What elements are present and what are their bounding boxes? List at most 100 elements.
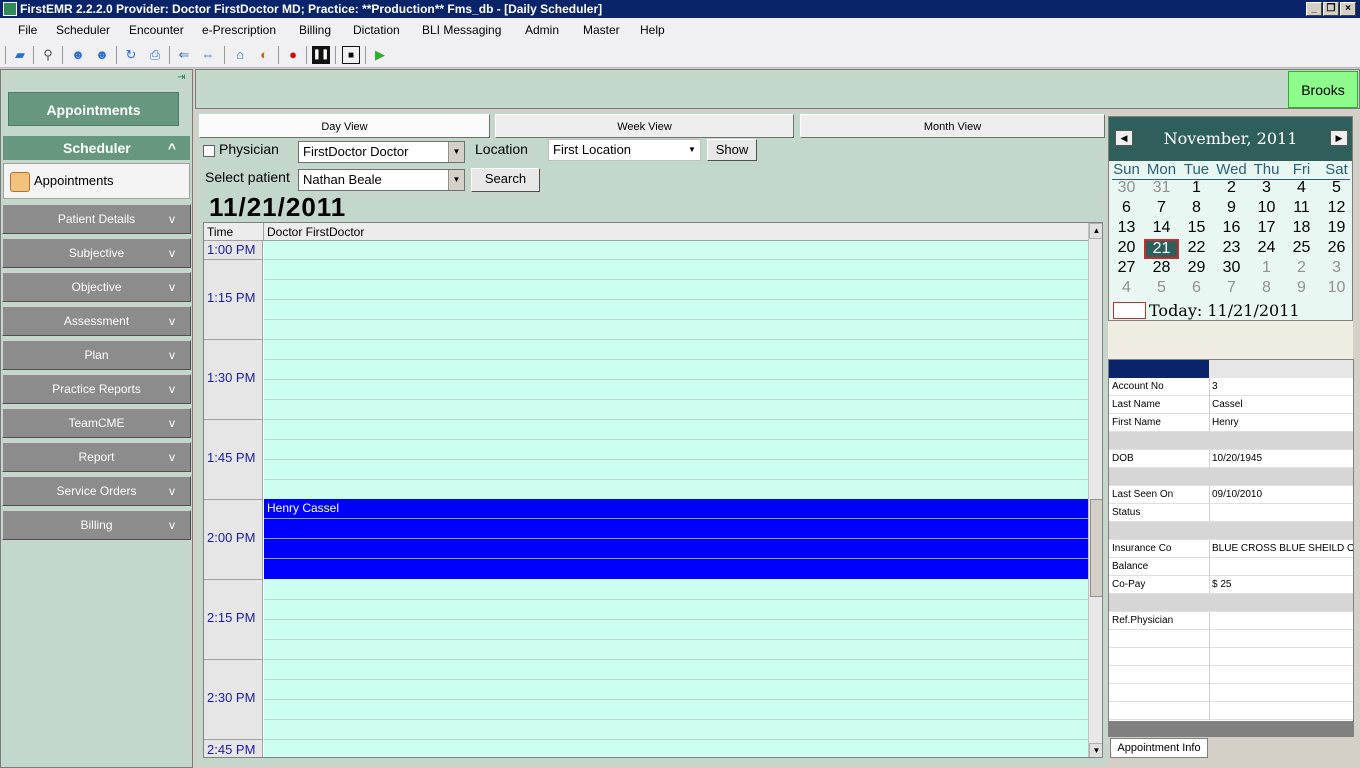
section-patient-details[interactable]: Patient Details v bbox=[2, 204, 191, 234]
location-select[interactable]: First Location ▼ bbox=[548, 139, 701, 161]
refresh-icon[interactable]: ↻ bbox=[122, 46, 140, 64]
calendar-day[interactable]: 28 bbox=[1144, 259, 1179, 277]
calendar-day[interactable]: 6 bbox=[1109, 199, 1144, 217]
physician-select[interactable]: FirstDoctor Doctor ▼ bbox=[298, 141, 465, 163]
calendar-day[interactable]: 16 bbox=[1214, 219, 1249, 237]
section-billing[interactable]: Billing v bbox=[2, 510, 191, 540]
user-button[interactable]: Brooks bbox=[1288, 71, 1358, 108]
calendar-day[interactable]: 11 bbox=[1284, 199, 1319, 217]
calendar-day[interactable]: 5 bbox=[1319, 179, 1354, 197]
restore-button[interactable]: ❐ bbox=[1323, 2, 1339, 16]
dropdown-arrow-icon[interactable]: ▼ bbox=[448, 170, 464, 190]
section-service-orders[interactable]: Service Orders v bbox=[2, 476, 191, 506]
info-icon[interactable]: ◐ bbox=[255, 46, 273, 64]
tab-day-view[interactable]: Day View bbox=[199, 114, 490, 138]
calendar-day[interactable]: 4 bbox=[1109, 279, 1144, 297]
calendar-day[interactable]: 15 bbox=[1179, 219, 1214, 237]
vertical-scrollbar[interactable]: ▲ ▼ bbox=[1088, 223, 1102, 757]
menu-e-prescription[interactable]: e-Prescription bbox=[202, 23, 276, 37]
menu-scheduler[interactable]: Scheduler bbox=[56, 23, 110, 37]
calendar-day[interactable]: 10 bbox=[1249, 199, 1284, 217]
menu-admin[interactable]: Admin bbox=[525, 23, 559, 37]
calendar-day[interactable]: 2 bbox=[1214, 179, 1249, 197]
calendar-day[interactable]: 14 bbox=[1144, 219, 1179, 237]
calendar-day[interactable]: 29 bbox=[1179, 259, 1214, 277]
export-icon[interactable]: ⇐ bbox=[175, 46, 193, 64]
calendar-day[interactable]: 26 bbox=[1319, 239, 1354, 257]
calendar-day[interactable]: 24 bbox=[1249, 239, 1284, 257]
calendar-day[interactable]: 13 bbox=[1109, 219, 1144, 237]
calendar-day[interactable]: 7 bbox=[1214, 279, 1249, 297]
section-objective[interactable]: Objective v bbox=[2, 272, 191, 302]
import-icon[interactable]: ⇔ bbox=[199, 46, 217, 64]
calendar-day[interactable]: 9 bbox=[1214, 199, 1249, 217]
calendar-day[interactable]: 6 bbox=[1179, 279, 1214, 297]
dropdown-arrow-icon[interactable]: ▼ bbox=[448, 142, 464, 162]
users-icon[interactable]: ☻ bbox=[93, 46, 111, 64]
section-practice-reports[interactable]: Practice Reports v bbox=[2, 374, 191, 404]
tab-appointment-info[interactable]: Appointment Info bbox=[1110, 738, 1208, 758]
calendar-day[interactable]: 4 bbox=[1284, 179, 1319, 197]
calendar-day[interactable]: 22 bbox=[1179, 239, 1214, 257]
next-month-icon[interactable]: ▶ bbox=[1330, 130, 1348, 146]
show-button[interactable]: Show bbox=[707, 139, 757, 161]
section-plan[interactable]: Plan v bbox=[2, 340, 191, 370]
stop-icon[interactable]: ■ bbox=[342, 46, 360, 64]
calendar-day[interactable]: 5 bbox=[1144, 279, 1179, 297]
calendar-day[interactable]: 9 bbox=[1284, 279, 1319, 297]
calendar-day[interactable]: 18 bbox=[1284, 219, 1319, 237]
calendar-day[interactable]: 3 bbox=[1319, 259, 1354, 277]
physician-checkbox[interactable] bbox=[203, 145, 215, 157]
appointments-header[interactable]: Appointments bbox=[8, 92, 179, 126]
appointment-block[interactable]: Henry Cassel bbox=[264, 499, 1088, 579]
menu-dictation[interactable]: Dictation bbox=[353, 23, 400, 37]
calendar-day[interactable]: 1 bbox=[1249, 259, 1284, 277]
pause-icon[interactable]: ❚❚ bbox=[312, 46, 330, 64]
menu-billing[interactable]: Billing bbox=[299, 23, 331, 37]
calendar-day[interactable]: 20 bbox=[1109, 239, 1144, 257]
scroll-thumb[interactable] bbox=[1090, 499, 1102, 597]
today-link[interactable]: Today: 11/21/2011 bbox=[1149, 301, 1300, 320]
minimize-button[interactable]: _ bbox=[1306, 2, 1322, 16]
calendar-day[interactable]: 7 bbox=[1144, 199, 1179, 217]
tab-month-view[interactable]: Month View bbox=[800, 114, 1105, 138]
section-subjective[interactable]: Subjective v bbox=[2, 238, 191, 268]
patient-select[interactable]: Nathan Beale ▼ bbox=[298, 169, 465, 191]
collapse-icon[interactable]: ^ bbox=[168, 136, 176, 160]
calendar-day[interactable]: 8 bbox=[1249, 279, 1284, 297]
calendar-day[interactable]: 30 bbox=[1109, 179, 1144, 197]
section-assessment[interactable]: Assessment v bbox=[2, 306, 191, 336]
calendar-day[interactable]: 10 bbox=[1319, 279, 1354, 297]
search-patient-icon[interactable]: ⚲ bbox=[39, 46, 57, 64]
calendar-day[interactable]: 8 bbox=[1179, 199, 1214, 217]
menu-bli-messaging[interactable]: BLI Messaging bbox=[422, 23, 501, 37]
calendar-day[interactable]: 17 bbox=[1249, 219, 1284, 237]
tab-week-view[interactable]: Week View bbox=[495, 114, 794, 138]
dropdown-arrow-icon[interactable]: ▼ bbox=[684, 140, 700, 160]
section-teamcme[interactable]: TeamCME v bbox=[2, 408, 191, 438]
calendar-day[interactable]: 31 bbox=[1144, 179, 1179, 197]
scroll-up-icon[interactable]: ▲ bbox=[1089, 223, 1102, 239]
calendar-day[interactable]: 1 bbox=[1179, 179, 1214, 197]
menu-master[interactable]: Master bbox=[583, 23, 620, 37]
calendar-day[interactable]: 23 bbox=[1214, 239, 1249, 257]
calendar-day[interactable]: 3 bbox=[1249, 179, 1284, 197]
calendar-day[interactable]: 12 bbox=[1319, 199, 1354, 217]
open-icon[interactable]: ▰ bbox=[11, 46, 29, 64]
user-icon[interactable]: ☻ bbox=[69, 46, 87, 64]
calendar-day[interactable]: 30 bbox=[1214, 259, 1249, 277]
home-icon[interactable]: ⌂ bbox=[231, 46, 249, 64]
record-icon[interactable]: ● bbox=[284, 46, 302, 64]
scroll-down-icon[interactable]: ▼ bbox=[1089, 743, 1102, 757]
section-report[interactable]: Report v bbox=[2, 442, 191, 472]
calendar-day-selected[interactable]: 21 bbox=[1144, 239, 1179, 259]
calendar-day[interactable]: 2 bbox=[1284, 259, 1319, 277]
calendar-day[interactable]: 27 bbox=[1109, 259, 1144, 277]
doctor-slots[interactable]: Henry Cassel bbox=[264, 241, 1088, 757]
sidebar-item-appointments[interactable]: Appointments bbox=[3, 163, 190, 199]
menu-file[interactable]: File bbox=[18, 23, 37, 37]
close-button[interactable]: × bbox=[1340, 2, 1356, 16]
search-button[interactable]: Search bbox=[471, 168, 540, 192]
play-icon[interactable]: ▶ bbox=[371, 46, 389, 64]
pin-icon[interactable]: ⇥ bbox=[177, 72, 185, 83]
